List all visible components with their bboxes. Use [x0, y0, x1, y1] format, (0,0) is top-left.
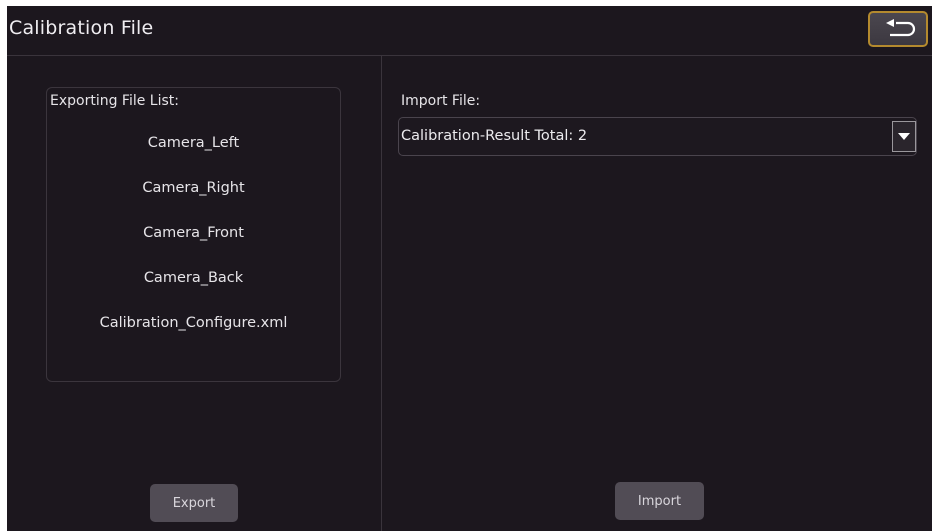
panel-divider — [381, 56, 382, 531]
chevron-down-icon — [898, 133, 910, 140]
export-button[interactable]: Export — [150, 484, 238, 522]
page-title: Calibration File — [9, 17, 154, 39]
dropdown-toggle-button[interactable] — [892, 121, 916, 152]
file-item-camera-back: Camera_Back — [143, 270, 244, 286]
import-file-label: Import File: — [401, 93, 481, 109]
header-bar: Calibration File — [7, 6, 932, 56]
file-item-camera-right: Camera_Right — [142, 180, 245, 196]
import-file-select[interactable]: Calibration-Result Total: 2 — [398, 117, 917, 156]
file-item-calibration-configure: Calibration_Configure.xml — [99, 315, 288, 331]
export-file-list: Exporting File List: Camera_Left Camera_… — [46, 87, 341, 382]
import-file-selected-value: Calibration-Result Total: 2 — [401, 128, 588, 144]
export-list-title: Exporting File List: — [50, 93, 179, 109]
file-item-camera-front: Camera_Front — [143, 225, 244, 241]
back-arrow-icon — [886, 19, 916, 37]
back-button[interactable] — [868, 11, 928, 47]
file-item-camera-left: Camera_Left — [147, 135, 240, 151]
calibration-file-screen: Calibration File Exporting File List: Ca… — [7, 6, 932, 531]
import-button[interactable]: Import — [615, 482, 704, 520]
